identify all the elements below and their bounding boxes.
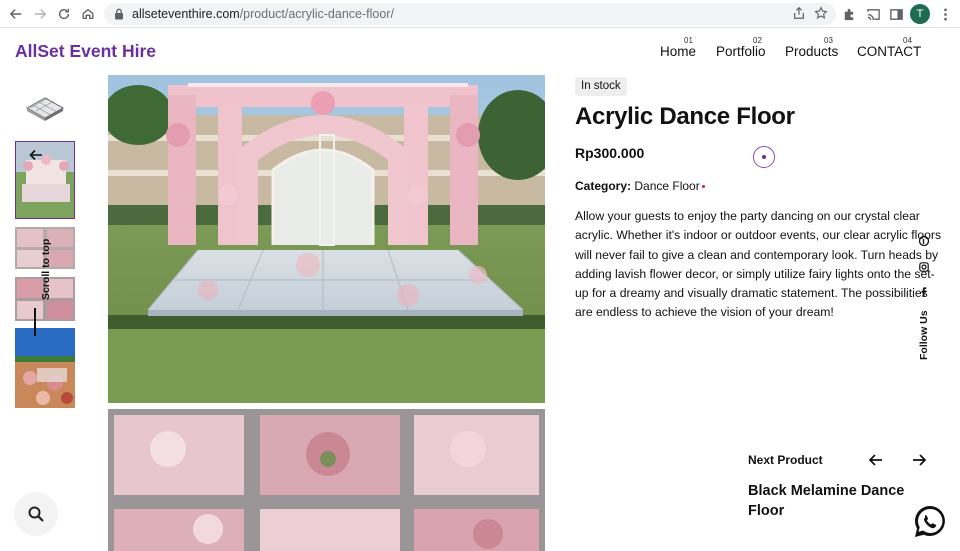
next-product-arrow-icon[interactable] <box>910 451 928 469</box>
instagram-icon[interactable] <box>919 262 929 272</box>
next-product-title[interactable]: Black Melamine Dance Floor <box>748 481 918 521</box>
nav-label: CONTACT <box>857 44 922 59</box>
extensions-puzzle-icon[interactable] <box>838 3 860 25</box>
forward-icon[interactable] <box>28 2 52 26</box>
follow-us: Follow Us <box>914 232 934 362</box>
whatsapp-icon[interactable] <box>911 503 949 541</box>
nav-label: Home <box>660 44 697 59</box>
next-product-label: Next Product <box>748 453 823 467</box>
facebook-icon[interactable] <box>919 287 929 297</box>
scroll-to-top-label: Scroll to top <box>40 238 52 300</box>
follow-us-label: Follow Us <box>918 310 930 360</box>
reload-icon[interactable] <box>52 2 76 26</box>
pinterest-icon[interactable] <box>919 236 929 246</box>
more-vertical-icon[interactable] <box>934 3 956 25</box>
profile-avatar[interactable]: T <box>910 4 930 24</box>
product-second-image[interactable] <box>108 409 545 551</box>
home-icon[interactable] <box>76 2 100 26</box>
cursor-ring <box>753 146 775 168</box>
product-description: Allow your guests to enjoy the party dan… <box>575 209 942 320</box>
thumbnail-2-selected[interactable] <box>15 141 75 219</box>
lock-icon <box>115 8 123 20</box>
nav-label: Portfolio <box>716 44 766 59</box>
gallery-prev-arrow-icon[interactable] <box>28 147 44 163</box>
product-category: Category: Dance Floor <box>575 179 705 193</box>
url-path: /product/acrylic-dance-floor/ <box>239 7 394 21</box>
search-icon <box>28 506 44 522</box>
thumbnail-5[interactable] <box>15 328 75 408</box>
address-bar[interactable]: allseteventhire.com/product/acrylic-danc… <box>104 3 836 25</box>
nav-label: Products <box>785 44 839 59</box>
product-main-image[interactable] <box>108 75 545 403</box>
cast-icon[interactable] <box>862 3 884 25</box>
share-icon[interactable] <box>792 6 806 20</box>
search-button[interactable] <box>14 492 58 536</box>
scroll-to-top-line <box>34 308 36 336</box>
stock-badge: In stock <box>575 77 627 96</box>
back-icon[interactable] <box>4 2 28 26</box>
site-logo[interactable]: AllSet Event Hire <box>15 41 156 62</box>
url-host: allseteventhire.com <box>132 7 240 21</box>
product-price: Rp300.000 <box>575 145 645 161</box>
thumbnail-1[interactable] <box>15 92 75 124</box>
product-title: Acrylic Dance Floor <box>575 103 795 130</box>
category-label: Category: <box>575 179 632 193</box>
scroll-to-top[interactable]: Scroll to top <box>26 236 52 336</box>
browser-toolbar: allseteventhire.com/product/acrylic-danc… <box>0 0 960 28</box>
side-panel-icon[interactable] <box>885 3 907 25</box>
category-link[interactable]: Dance Floor <box>634 179 699 193</box>
prev-product-arrow-icon[interactable] <box>867 451 885 469</box>
bookmark-star-icon[interactable] <box>814 6 828 20</box>
